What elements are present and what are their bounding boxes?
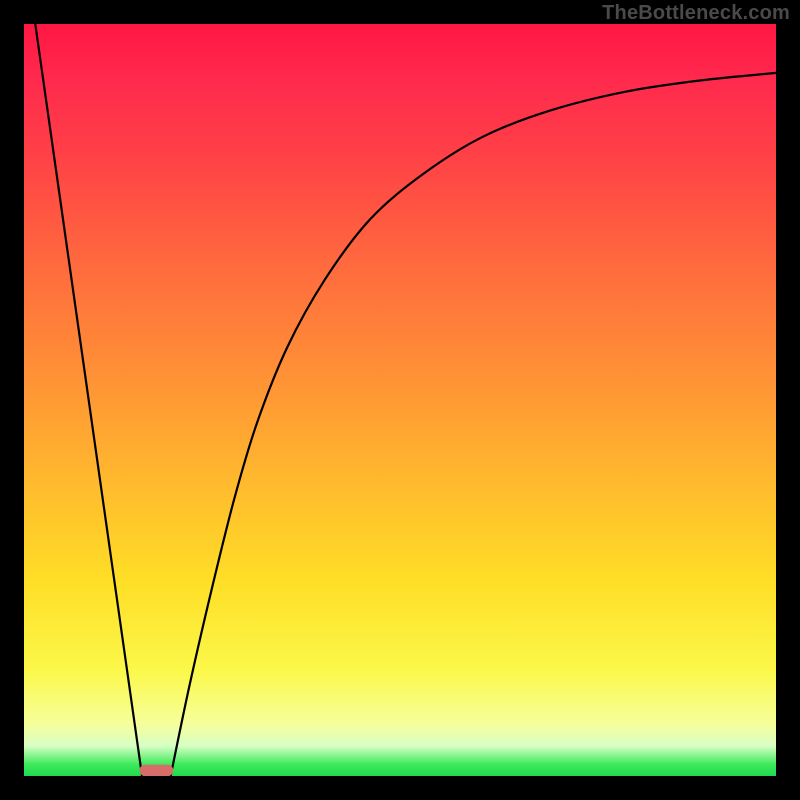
watermark-text: TheBottleneck.com xyxy=(602,2,790,25)
optimum-marker xyxy=(139,765,173,776)
chart-frame: TheBottleneck.com xyxy=(0,0,800,800)
chart-curve-layer xyxy=(24,24,776,776)
curve-path xyxy=(35,24,776,776)
